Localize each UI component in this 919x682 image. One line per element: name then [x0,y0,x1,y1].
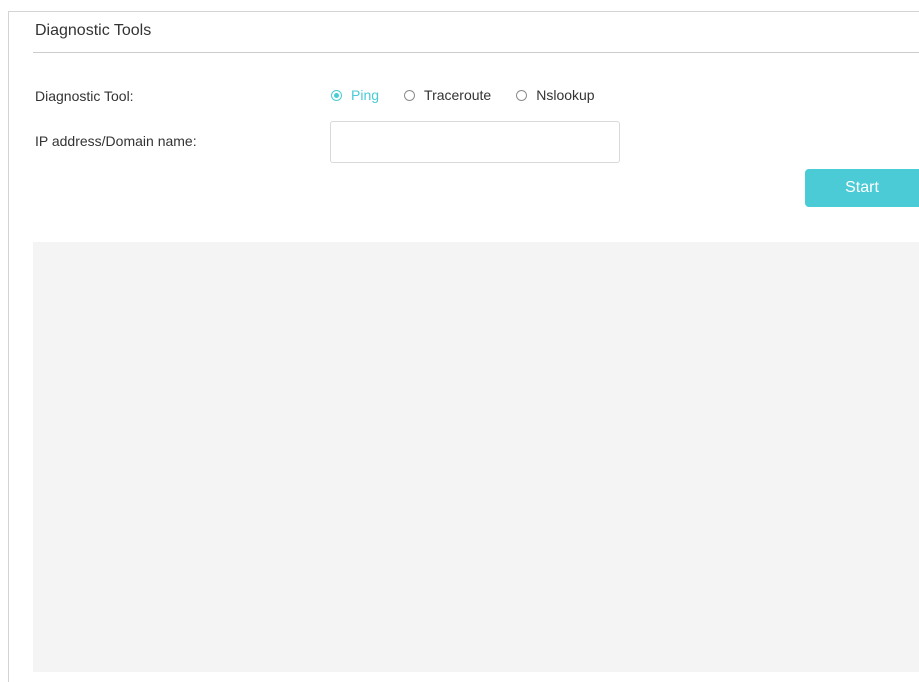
diagnostic-output-area [33,242,919,672]
radio-option-nslookup[interactable]: Nslookup [516,87,595,103]
radio-nslookup-label[interactable]: Nslookup [536,87,594,103]
ip-address-input[interactable] [330,121,620,163]
diagnostic-tool-label: Diagnostic Tool: [35,88,134,104]
start-button[interactable]: Start [805,169,919,207]
radio-option-traceroute[interactable]: Traceroute [404,87,491,103]
radio-traceroute-icon[interactable] [404,89,416,101]
radio-ping-label[interactable]: Ping [351,87,379,103]
title-divider [33,52,919,53]
radio-ping-icon[interactable] [331,89,342,101]
radio-nslookup-icon[interactable] [516,89,528,101]
radio-traceroute-label[interactable]: Traceroute [424,87,491,103]
radio-option-ping[interactable]: Ping [331,87,379,103]
ip-address-label: IP address/Domain name: [35,133,197,149]
section-title: Diagnostic Tools [35,22,152,39]
diagnostic-tool-radio-group: Ping Traceroute Nslookup [331,87,620,103]
